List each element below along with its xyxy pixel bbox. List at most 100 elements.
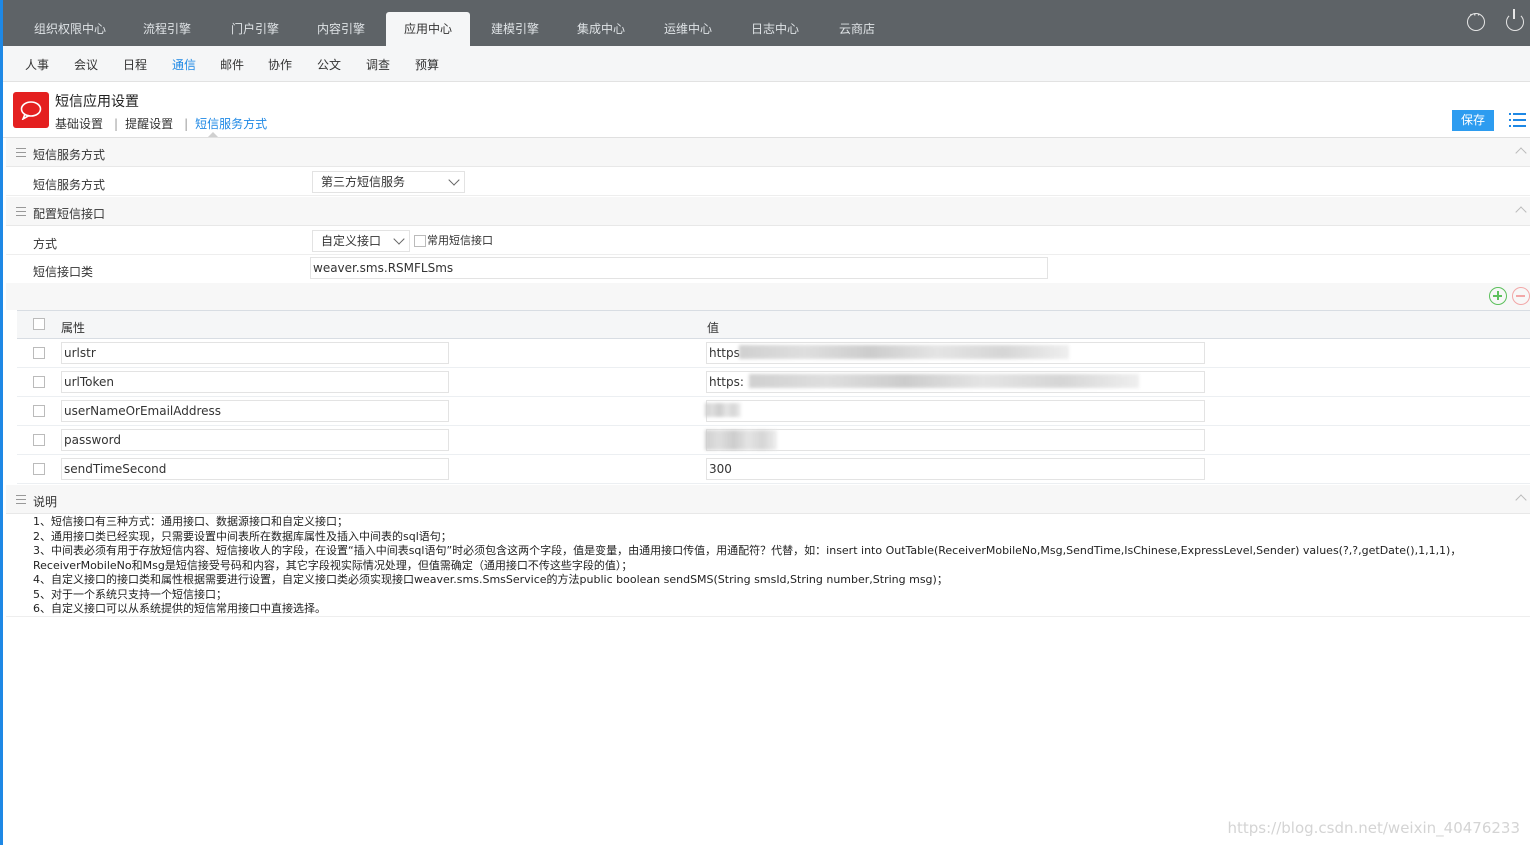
- top-tab-workflow[interactable]: 流程引擎: [121, 12, 213, 46]
- attr-input[interactable]: urlToken: [61, 371, 449, 393]
- remove-row-icon[interactable]: [1512, 287, 1530, 305]
- table-toolbar: [6, 283, 1530, 310]
- field-label: 短信接口类: [33, 265, 94, 279]
- table-row: userNameOrEmailAddress: [17, 397, 1530, 426]
- sms-app-icon: [13, 92, 49, 128]
- redacted-value: [705, 403, 741, 417]
- top-tab-log[interactable]: 日志中心: [729, 12, 821, 46]
- page-title: 短信应用设置: [55, 94, 139, 110]
- note-line: 2、通用接口类已经实现，只需要设置中间表所在数据库属性及插入中间表的sql语句；: [33, 529, 452, 543]
- section-sms-service[interactable]: 短信服务方式: [6, 138, 1530, 167]
- row-interface-class: 短信接口类 weaver.sms.RSMFLSms: [6, 255, 1530, 283]
- field-label: 方式: [33, 237, 58, 251]
- note-line: 4、自定义接口的接口类和属性根据需要进行设置，自定义接口类必须实现接口weave…: [33, 573, 948, 586]
- attr-input[interactable]: userNameOrEmailAddress: [61, 400, 449, 422]
- tab-basic-settings[interactable]: 基础设置: [55, 117, 103, 131]
- sub-nav-survey[interactable]: 调查: [366, 56, 390, 73]
- table-header: 属性 值: [17, 310, 1530, 339]
- attr-input[interactable]: urlstr: [61, 342, 449, 364]
- note-line: 6、自定义接口可以从系统提供的短信常用接口中直接选择。: [33, 602, 326, 615]
- section-title: 短信服务方式: [33, 148, 106, 162]
- sub-nav-meeting[interactable]: 会议: [74, 56, 98, 73]
- chevron-down-icon: [393, 233, 405, 245]
- row-checkbox[interactable]: [33, 434, 45, 446]
- sub-nav-document[interactable]: 公文: [317, 56, 341, 73]
- top-tab-integration[interactable]: 集成中心: [555, 12, 647, 46]
- top-tab-org[interactable]: 组织权限中心: [21, 12, 119, 46]
- field-label: 短信服务方式: [33, 178, 106, 192]
- section-menu-icon: [16, 495, 26, 504]
- tab-reminder-settings[interactable]: 提醒设置: [125, 117, 173, 131]
- breadcrumb-separator: |: [114, 117, 119, 131]
- row-checkbox[interactable]: [33, 405, 45, 417]
- select-value: 第三方短信服务: [321, 175, 406, 189]
- value-input[interactable]: [706, 429, 1205, 451]
- collapse-chevron-icon[interactable]: [1515, 147, 1527, 159]
- section-title: 配置短信接口: [33, 207, 106, 221]
- value-input[interactable]: [706, 400, 1205, 422]
- collapse-chevron-icon[interactable]: [1515, 494, 1527, 506]
- app-frame: 组织权限中心 流程引擎 门户引擎 内容引擎 应用中心 建模引擎 集成中心 运维中…: [0, 0, 1530, 845]
- list-menu-icon[interactable]: [1509, 112, 1527, 128]
- top-tab-app-center[interactable]: 应用中心: [386, 12, 470, 46]
- sub-nav-hr[interactable]: 人事: [25, 56, 49, 73]
- sub-nav-communication[interactable]: 通信: [172, 56, 196, 73]
- active-tab-caret: [208, 132, 218, 137]
- divider: [6, 616, 1530, 617]
- notes-content: 1、短信接口有三种方式：通用接口、数据源接口和自定义接口； 2、通用接口类已经实…: [33, 515, 1528, 617]
- add-row-icon[interactable]: [1489, 287, 1507, 305]
- top-tab-store[interactable]: 云商店: [811, 12, 903, 46]
- tab-sms-service-mode[interactable]: 短信服务方式: [195, 117, 267, 131]
- sms-service-select[interactable]: 第三方短信服务: [312, 171, 465, 193]
- chevron-down-icon: [448, 174, 460, 186]
- column-header-attr: 属性: [61, 321, 86, 335]
- save-button[interactable]: 保存: [1452, 110, 1494, 131]
- row-mode: 方式 自定义接口 常用短信接口: [6, 227, 1530, 255]
- row-checkbox[interactable]: [33, 376, 45, 388]
- value-input[interactable]: 300: [706, 458, 1205, 480]
- sub-nav-budget[interactable]: 预算: [415, 56, 439, 73]
- sub-nav-collab[interactable]: 协作: [268, 56, 292, 73]
- top-nav: 组织权限中心 流程引擎 门户引擎 内容引擎 应用中心 建模引擎 集成中心 运维中…: [3, 0, 1530, 46]
- breadcrumb-separator: |: [184, 117, 189, 131]
- note-line: 1、短信接口有三种方式：通用接口、数据源接口和自定义接口；: [33, 515, 348, 528]
- row-sms-service-mode: 短信服务方式 第三方短信服务: [6, 168, 1530, 196]
- sub-nav-schedule[interactable]: 日程: [123, 56, 147, 73]
- section-notes[interactable]: 说明: [6, 485, 1530, 514]
- collapse-chevron-icon[interactable]: [1515, 206, 1527, 218]
- attr-input[interactable]: password: [61, 429, 449, 451]
- common-interface-label: 常用短信接口: [427, 234, 493, 247]
- table-row: password: [17, 426, 1530, 455]
- sub-nav-mail[interactable]: 邮件: [220, 56, 244, 73]
- top-tab-content[interactable]: 内容引擎: [295, 12, 387, 46]
- attr-input[interactable]: sendTimeSecond: [61, 458, 449, 480]
- common-interface-checkbox[interactable]: [414, 235, 426, 247]
- table-row: urlstr https: [17, 339, 1530, 368]
- select-all-checkbox[interactable]: [33, 318, 45, 330]
- top-tab-ops[interactable]: 运维中心: [642, 12, 734, 46]
- interface-mode-select[interactable]: 自定义接口: [312, 230, 410, 252]
- watermark: https://blog.csdn.net/weixin_40476233: [1227, 819, 1520, 837]
- top-tab-modeling[interactable]: 建模引擎: [469, 12, 561, 46]
- table-row: sendTimeSecond 300: [17, 455, 1530, 484]
- section-menu-icon: [16, 148, 26, 157]
- note-line: 3、中间表必须有用于存放短信内容、短信接收人的字段，在设置“插入中间表sql语句…: [33, 544, 1462, 572]
- row-checkbox[interactable]: [33, 347, 45, 359]
- power-icon[interactable]: [1506, 9, 1524, 31]
- note-line: 5、对于一个系统只支持一个短信接口；: [33, 587, 227, 601]
- select-value: 自定义接口: [321, 234, 382, 248]
- section-menu-icon: [16, 207, 26, 216]
- top-tab-portal[interactable]: 门户引擎: [209, 12, 301, 46]
- table-row: urlToken https:: [17, 368, 1530, 397]
- redacted-value: [749, 374, 1139, 388]
- section-title: 说明: [33, 495, 58, 509]
- interface-class-input[interactable]: weaver.sms.RSMFLSms: [310, 257, 1048, 279]
- row-checkbox[interactable]: [33, 463, 45, 475]
- sub-nav: 人事 会议 日程 通信 邮件 协作 公文 调查 预算: [3, 46, 1530, 82]
- section-config-interface[interactable]: 配置短信接口: [6, 197, 1530, 226]
- redacted-value: [705, 430, 777, 450]
- more-icon[interactable]: [1467, 8, 1485, 31]
- column-header-value: 值: [707, 321, 720, 335]
- page-header: 短信应用设置 基础设置 | 提醒设置 | 短信服务方式 保存: [3, 82, 1530, 138]
- redacted-value: [739, 345, 1069, 359]
